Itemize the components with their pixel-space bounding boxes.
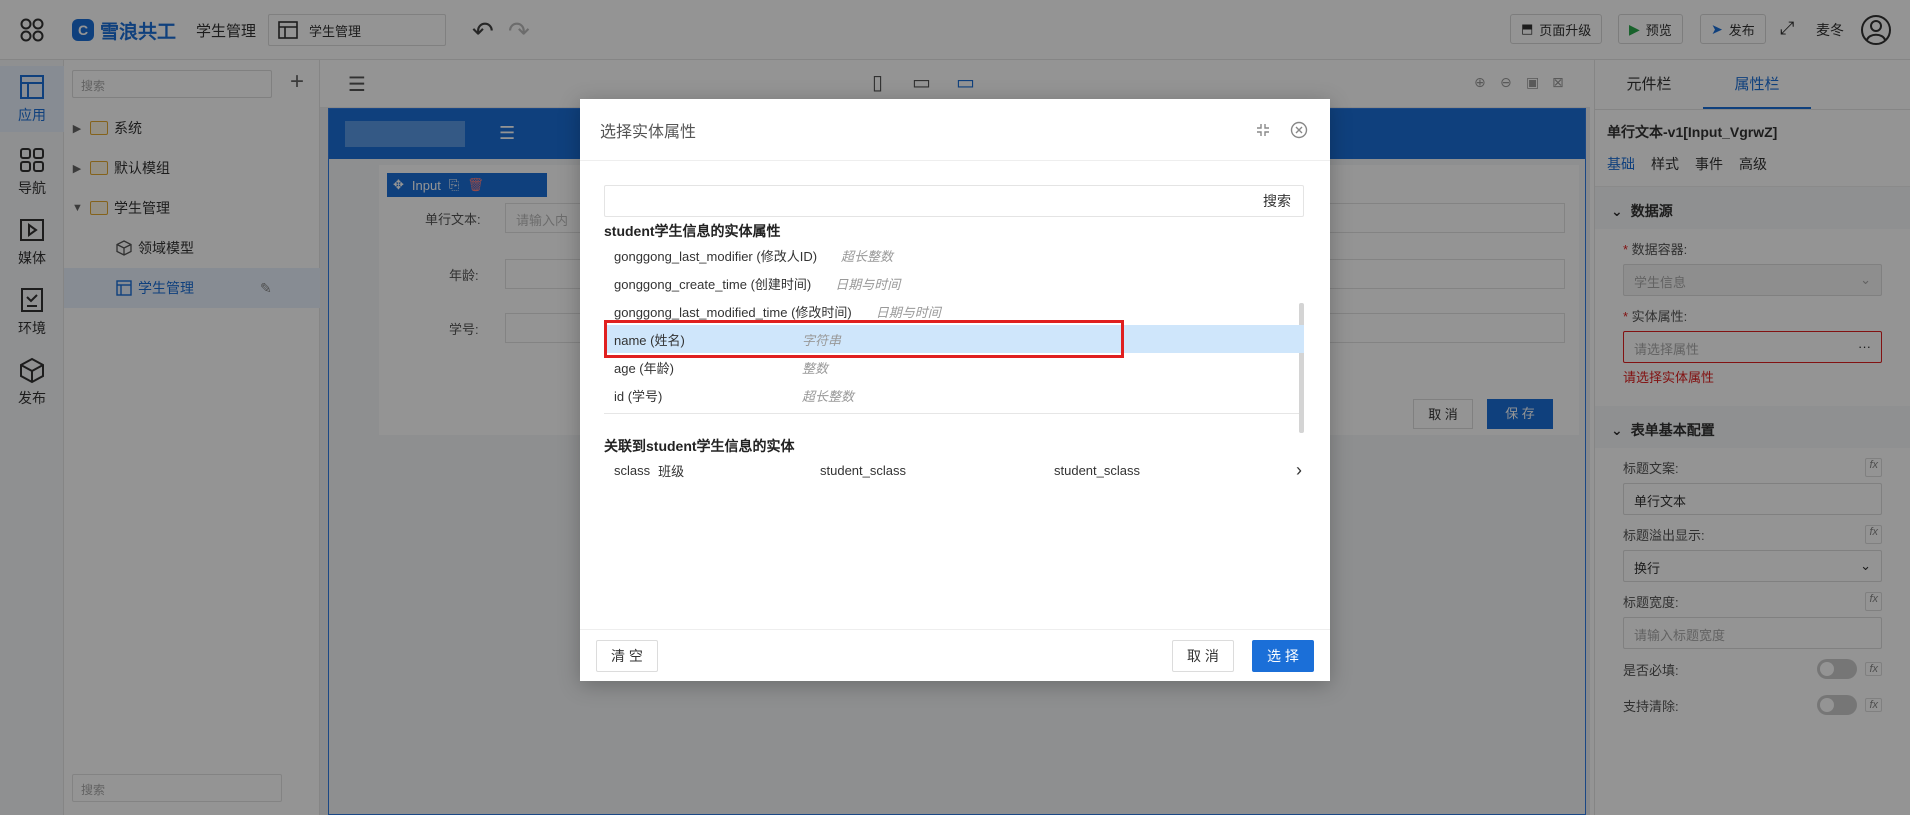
relation-row[interactable]: sclass 班级 student_sclass student_sclass … (604, 456, 1304, 484)
attr-row[interactable]: gonggong_create_time (创建时间) 日期与时间 (604, 269, 1304, 297)
chevron-right-icon[interactable]: › (1296, 460, 1302, 481)
attr-row[interactable]: age (年龄) 整数 (604, 353, 1304, 381)
cancel-button[interactable]: 取 消 (1172, 640, 1234, 672)
attr-row-selected[interactable]: name (姓名) 字符串 (604, 320, 1304, 358)
attr-list: gonggong_last_modifier (修改人ID) 超长整数 gong… (604, 241, 1304, 433)
dialog-title: 选择实体属性 (600, 123, 697, 141)
clear-button[interactable]: 清 空 (596, 640, 658, 672)
attr-search-input[interactable]: 搜索 (604, 185, 1304, 217)
divider (604, 413, 1304, 414)
collapse-icon[interactable] (1252, 119, 1274, 141)
attr-group-title: student学生信息的实体属性 (604, 223, 781, 239)
dialog-footer: 清 空 取 消 选 择 (580, 629, 1330, 681)
relation-title: 关联到student学生信息的实体 (604, 438, 795, 454)
select-button[interactable]: 选 择 (1252, 640, 1314, 672)
attr-row[interactable]: id (学号) 超长整数 (604, 381, 1304, 409)
select-entity-attr-dialog: 选择实体属性 搜索 student学生信息的实体属性 gonggong_last… (580, 99, 1330, 681)
dialog-body: 搜索 student学生信息的实体属性 gonggong_last_modifi… (604, 185, 1304, 484)
search-button[interactable]: 搜索 (1263, 191, 1291, 211)
relation-code: sclass (614, 462, 651, 478)
relation-ref: student_sclass (1054, 462, 1140, 478)
relation-field: student_sclass (820, 462, 906, 478)
relation-name: 班级 (658, 463, 685, 479)
attr-row[interactable]: gonggong_last_modifier (修改人ID) 超长整数 (604, 241, 1304, 269)
close-icon[interactable] (1288, 119, 1310, 141)
dialog-header: 选择实体属性 (580, 99, 1330, 161)
